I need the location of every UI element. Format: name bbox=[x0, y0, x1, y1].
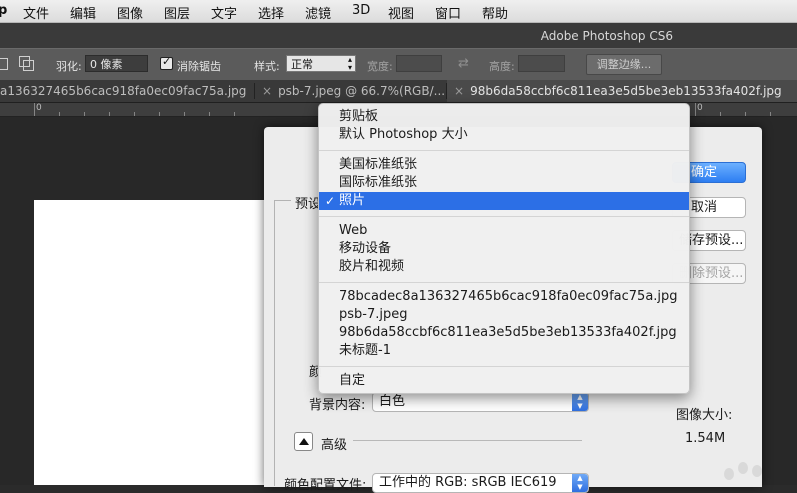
watermark-logo bbox=[716, 460, 786, 485]
tab-document-1[interactable]: a136327465b6cac918fa0ec09fac75a.jpg bbox=[0, 80, 254, 102]
ruler-tick bbox=[34, 103, 35, 116]
antialias-label: 消除锯齿 bbox=[177, 60, 221, 73]
menu-separator bbox=[319, 282, 689, 283]
height-input[interactable] bbox=[518, 55, 565, 72]
color-profile-label: 颜色配置文件: bbox=[284, 478, 367, 493]
ruler-tick bbox=[720, 112, 721, 116]
image-size-value: 1.54M bbox=[685, 431, 726, 446]
menu-select[interactable]: 选择 bbox=[258, 3, 284, 22]
ruler-label: 0 bbox=[697, 103, 703, 113]
tab-label: psb-7.jpeg @ 66.7%(RGB/... bbox=[278, 84, 445, 98]
close-icon[interactable]: × bbox=[454, 84, 464, 98]
menu-item-us-paper[interactable]: 美国标准纸张 bbox=[319, 156, 689, 174]
options-bar: 羽化: 0 像素 消除锯齿 样式: 正常 ▴▾ 宽度: ⇄ 高度: 调整边缘..… bbox=[0, 48, 797, 81]
menu-help[interactable]: 帮助 bbox=[482, 3, 508, 22]
ruler-tick bbox=[184, 112, 185, 116]
menu-item-open-doc-3[interactable]: 98b6da58ccbf6c811ea3e5d5be3eb13533fa402f… bbox=[319, 324, 689, 342]
menu-item-photo[interactable]: ✓ 照片 bbox=[319, 192, 689, 210]
mac-menubar: p 文件 编辑 图像 图层 文字 选择 滤镜 3D 视图 窗口 帮助 bbox=[0, 0, 797, 23]
color-profile-value: 工作中的 RGB: sRGB IEC619 bbox=[379, 475, 557, 490]
menu-separator bbox=[319, 150, 689, 151]
ruler-tick bbox=[84, 112, 85, 116]
style-select-value: 正常 bbox=[291, 58, 313, 71]
chevron-updown-icon: ▲ ▼ bbox=[572, 474, 588, 492]
background-contents-value: 白色 bbox=[379, 394, 406, 409]
menu-item-film-video[interactable]: 胶片和视频 bbox=[319, 258, 689, 276]
ruler-tick bbox=[209, 112, 210, 116]
menu-item-web[interactable]: Web bbox=[319, 222, 689, 240]
tab-label: a136327465b6cac918fa0ec09fac75a.jpg bbox=[0, 84, 247, 98]
chevron-updown-icon: ▴ ▾ bbox=[347, 55, 352, 72]
menu-edit[interactable]: 编辑 bbox=[70, 3, 96, 22]
ruler-tick bbox=[159, 112, 160, 116]
intersect-selection-icon-2 bbox=[23, 60, 34, 71]
preset-group-border bbox=[274, 200, 291, 486]
advanced-label: 高级 bbox=[321, 438, 348, 453]
tab-document-3[interactable]: × 98b6da58ccbf6c811ea3e5d5be3eb13533fa402… bbox=[447, 80, 797, 102]
feather-label: 羽化: bbox=[56, 60, 82, 73]
menu-item-photo-label: 照片 bbox=[339, 193, 366, 208]
menu-image[interactable]: 图像 bbox=[117, 3, 143, 22]
style-select[interactable]: 正常 ▴ ▾ bbox=[286, 55, 356, 72]
swap-icon[interactable]: ⇄ bbox=[458, 56, 469, 71]
photoshop-titlebar: Adobe Photoshop CS6 bbox=[0, 23, 797, 48]
menu-window[interactable]: 窗口 bbox=[435, 3, 461, 22]
ruler-tick bbox=[695, 103, 696, 116]
selection-mode-icon[interactable] bbox=[0, 58, 8, 70]
feather-input[interactable]: 0 像素 bbox=[85, 55, 148, 72]
app-menu-fragment[interactable]: p bbox=[0, 3, 7, 18]
width-label: 宽度: bbox=[367, 60, 393, 73]
menu-file[interactable]: 文件 bbox=[23, 3, 49, 22]
refine-edge-button[interactable]: 调整边缘... bbox=[586, 54, 662, 75]
menu-item-mobile[interactable]: 移动设备 bbox=[319, 240, 689, 258]
background-contents-label: 背景内容: bbox=[309, 398, 366, 413]
menu-item-clipboard[interactable]: 剪贴板 bbox=[319, 108, 689, 126]
advanced-divider bbox=[353, 440, 582, 441]
preset-dropdown-menu: 剪贴板 默认 Photoshop 大小 美国标准纸张 国际标准纸张 ✓ 照片 W… bbox=[318, 103, 690, 394]
menu-layer[interactable]: 图层 bbox=[164, 3, 190, 22]
menu-3d[interactable]: 3D bbox=[352, 3, 370, 18]
ruler-label: 0 bbox=[36, 103, 42, 113]
ruler-tick bbox=[234, 112, 235, 116]
advanced-disclosure-button[interactable] bbox=[294, 432, 313, 451]
menu-item-open-doc-2[interactable]: psb-7.jpeg bbox=[319, 306, 689, 324]
menu-item-open-doc-1[interactable]: 78bcadec8a136327465b6cac918fa0ec09fac75a… bbox=[319, 288, 689, 306]
window-title: Adobe Photoshop CS6 bbox=[540, 29, 673, 43]
ruler-tick bbox=[770, 112, 771, 116]
chevron-updown-icon: ▲ ▼ bbox=[572, 393, 588, 411]
ruler-tick bbox=[109, 112, 110, 116]
menu-item-untitled[interactable]: 未标题-1 bbox=[319, 342, 689, 360]
tab-label: 98b6da58ccbf6c811ea3e5d5be3eb13533fa402f… bbox=[470, 84, 782, 98]
tab-divider bbox=[254, 83, 255, 99]
menu-item-intl-paper[interactable]: 国际标准纸张 bbox=[319, 174, 689, 192]
ruler-tick bbox=[59, 112, 60, 116]
menu-item-default-size[interactable]: 默认 Photoshop 大小 bbox=[319, 126, 689, 144]
menu-type[interactable]: 文字 bbox=[211, 3, 237, 22]
height-label: 高度: bbox=[489, 60, 515, 73]
tab-document-2[interactable]: × psb-7.jpeg @ 66.7%(RGB/... bbox=[262, 80, 445, 102]
menu-view[interactable]: 视图 bbox=[388, 3, 414, 22]
document-canvas[interactable] bbox=[34, 200, 280, 485]
image-size-label: 图像大小: bbox=[676, 408, 733, 423]
menu-filter[interactable]: 滤镜 bbox=[305, 3, 331, 22]
ruler-tick bbox=[134, 112, 135, 116]
checkmark-icon: ✓ bbox=[325, 194, 336, 208]
document-tabs: a136327465b6cac918fa0ec09fac75a.jpg × psb… bbox=[0, 80, 797, 103]
color-profile-select[interactable]: 工作中的 RGB: sRGB IEC619 ▲ ▼ bbox=[372, 473, 589, 493]
width-input[interactable] bbox=[396, 55, 442, 72]
close-icon[interactable]: × bbox=[262, 84, 272, 98]
menu-item-custom[interactable]: 自定 bbox=[319, 372, 689, 390]
style-label: 样式: bbox=[254, 60, 280, 73]
background-contents-select[interactable]: 白色 ▲ ▼ bbox=[372, 392, 589, 412]
menu-separator bbox=[319, 216, 689, 217]
menu-separator bbox=[319, 366, 689, 367]
ruler-tick bbox=[745, 112, 746, 116]
antialias-checkbox[interactable] bbox=[160, 55, 173, 70]
